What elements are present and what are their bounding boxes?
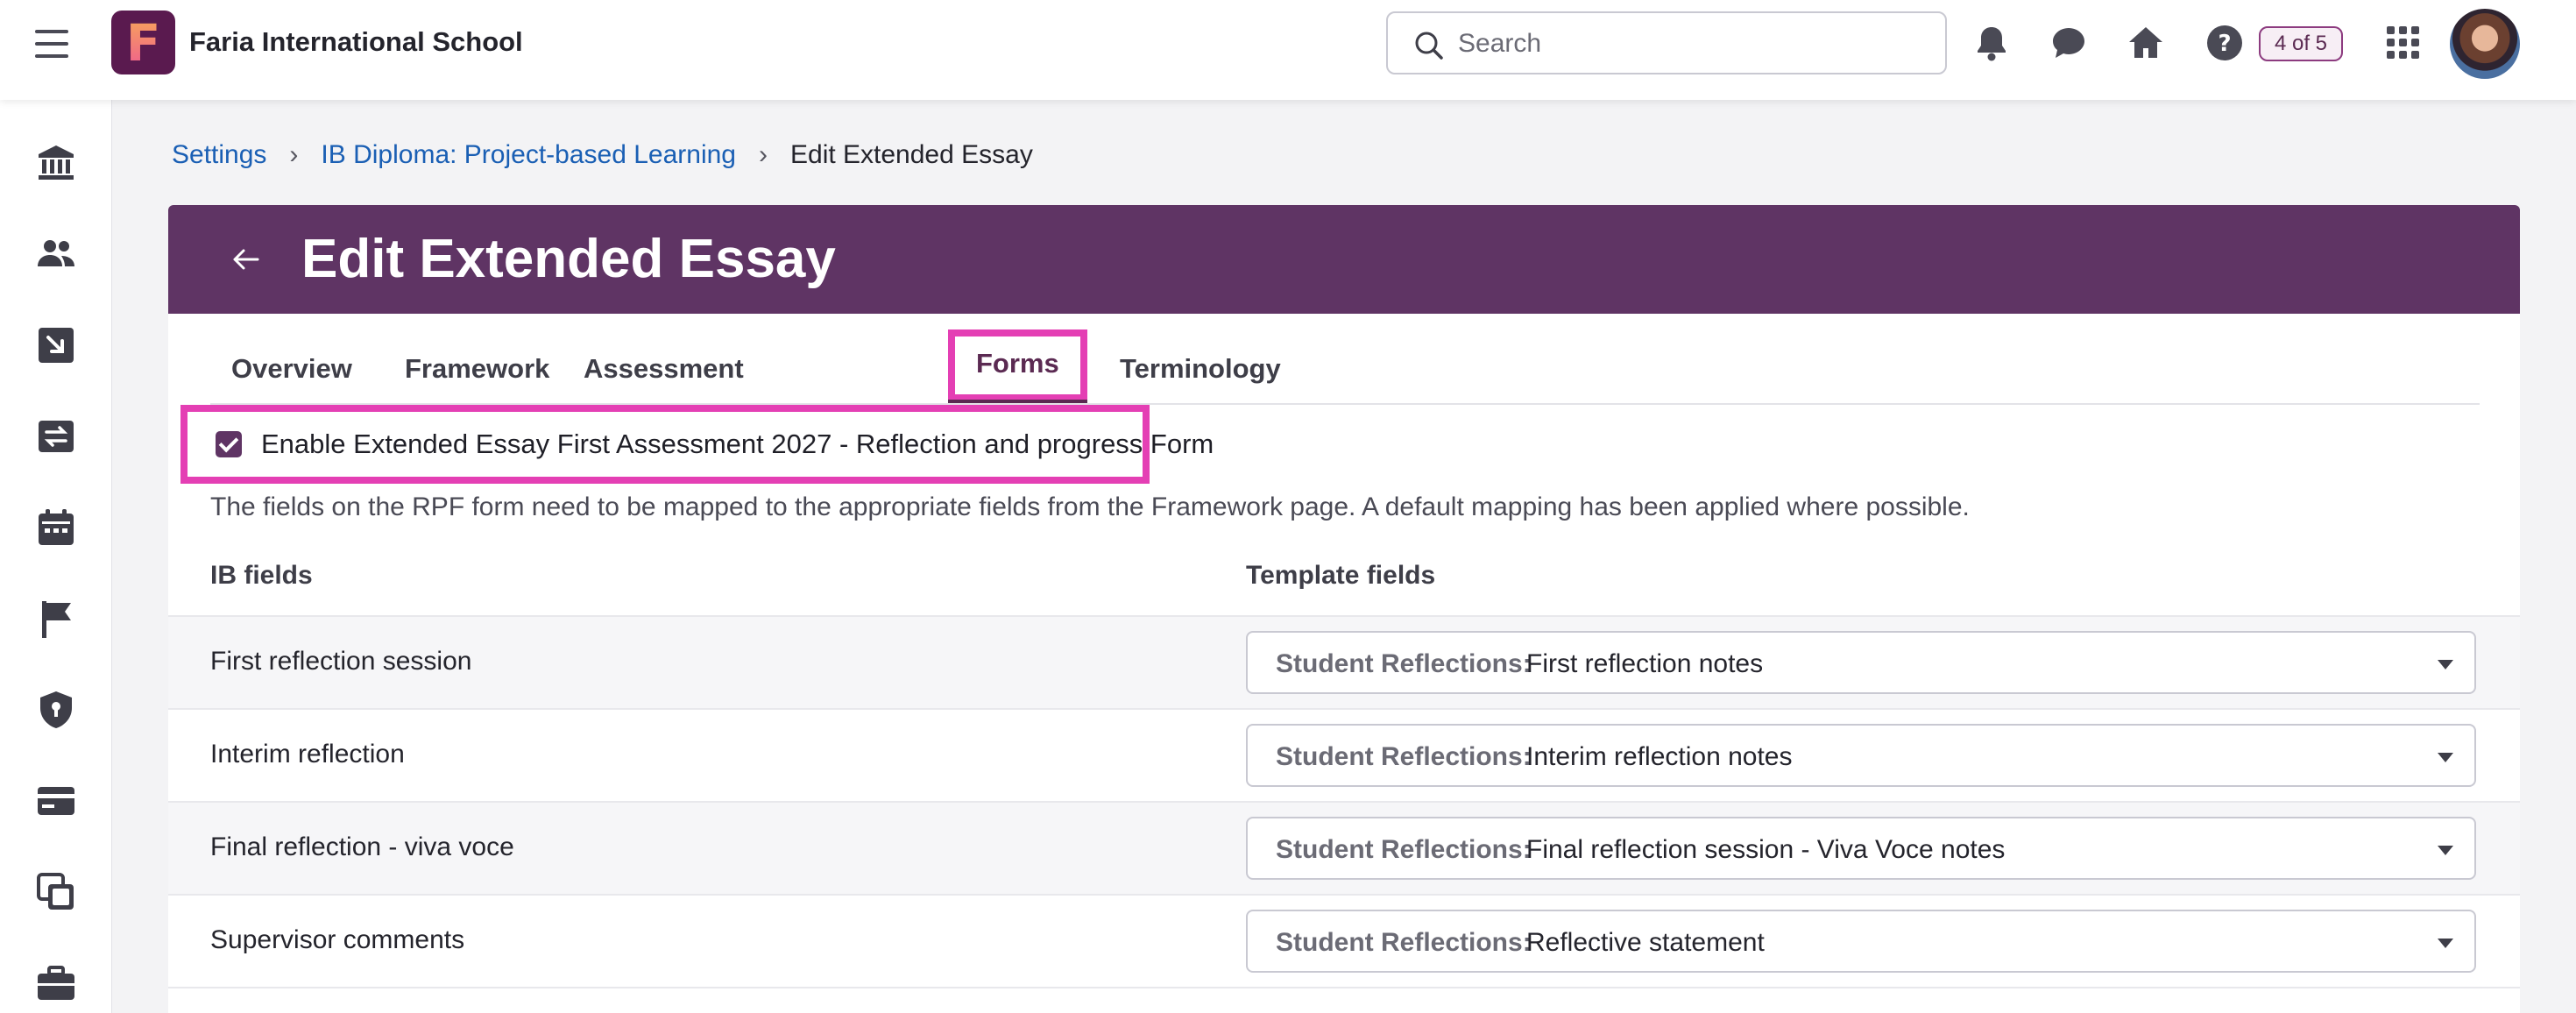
bell-icon[interactable] bbox=[1971, 23, 2012, 63]
column-header-template-fields: Template fields bbox=[1246, 561, 1436, 590]
template-field-select[interactable]: Student Reflections: Interim reflection … bbox=[1246, 724, 2476, 787]
top-bar: F Faria International School ? 4 of 5 bbox=[0, 0, 2576, 100]
search-input[interactable] bbox=[1458, 25, 1931, 62]
template-field-select[interactable]: Student Reflections: First reflection no… bbox=[1246, 631, 2476, 694]
chat-icon[interactable] bbox=[2049, 23, 2089, 63]
tab-overview[interactable]: Overview bbox=[210, 335, 373, 403]
card-icon[interactable] bbox=[35, 780, 77, 822]
table-row-divider bbox=[168, 987, 2520, 1013]
ib-field-label: Interim reflection bbox=[210, 740, 405, 769]
template-field-select[interactable]: Student Reflections: Reflective statemen… bbox=[1246, 910, 2476, 973]
left-sidebar bbox=[0, 100, 112, 1013]
breadcrumb-separator-icon: › bbox=[759, 140, 768, 169]
select-value: Reflective statement bbox=[1526, 928, 1765, 957]
search-box[interactable] bbox=[1386, 11, 1947, 74]
select-value: Interim reflection notes bbox=[1526, 742, 1793, 771]
shield-icon[interactable] bbox=[35, 689, 77, 731]
chevron-down-icon bbox=[2438, 660, 2453, 669]
sync-icon[interactable] bbox=[35, 415, 77, 457]
progress-pill[interactable]: 4 of 5 bbox=[2259, 26, 2343, 61]
table-row: Supervisor comments Student Reflections:… bbox=[168, 894, 2520, 987]
ib-field-label: Final reflection - viva voce bbox=[210, 832, 514, 861]
table-row: Final reflection - viva voce Student Ref… bbox=[168, 801, 2520, 894]
avatar[interactable] bbox=[2450, 9, 2520, 79]
breadcrumb-current: Edit Extended Essay bbox=[790, 140, 1033, 169]
chevron-down-icon bbox=[2438, 753, 2453, 762]
column-header-ib-fields: IB fields bbox=[210, 561, 313, 590]
table-row: First reflection session Student Reflect… bbox=[168, 615, 2520, 708]
select-prefix: Student Reflections: bbox=[1276, 742, 1532, 771]
enable-form-option: Enable Extended Essay First Assessment 2… bbox=[180, 405, 1214, 484]
flag-icon[interactable] bbox=[35, 598, 77, 640]
download-icon[interactable] bbox=[35, 324, 77, 366]
select-value: Final reflection session - Viva Voce not… bbox=[1526, 835, 2006, 864]
copy-icon[interactable] bbox=[35, 871, 77, 913]
help-icon[interactable]: ? bbox=[2204, 23, 2245, 63]
briefcase-icon[interactable] bbox=[35, 962, 77, 1004]
tab-assessment[interactable]: Assessment bbox=[563, 335, 765, 403]
menu-icon[interactable] bbox=[35, 28, 70, 60]
template-field-select[interactable]: Student Reflections: Final reflection se… bbox=[1246, 817, 2476, 880]
table-row: Interim reflection Student Reflections: … bbox=[168, 708, 2520, 801]
tab-terminology[interactable]: Terminology bbox=[1099, 335, 1302, 403]
tab-forms[interactable]: Forms bbox=[948, 329, 1087, 403]
logo-letter: F bbox=[125, 12, 161, 73]
enable-form-label[interactable]: Enable Extended Essay First Assessment 2… bbox=[261, 429, 1214, 460]
breadcrumb: Settings › IB Diploma: Project-based Lea… bbox=[172, 140, 1033, 170]
select-prefix: Student Reflections: bbox=[1276, 835, 1532, 864]
select-prefix: Student Reflections: bbox=[1276, 928, 1532, 957]
calendar-icon[interactable] bbox=[35, 506, 77, 549]
breadcrumb-separator-icon: › bbox=[289, 140, 299, 169]
breadcrumb-settings[interactable]: Settings bbox=[172, 140, 266, 170]
ib-field-label: First reflection session bbox=[210, 647, 472, 676]
page-header: Edit Extended Essay bbox=[168, 205, 2520, 314]
tab-framework[interactable]: Framework bbox=[384, 335, 570, 403]
chevron-down-icon bbox=[2438, 939, 2453, 948]
select-prefix: Student Reflections: bbox=[1276, 649, 1532, 678]
apps-grid-icon[interactable] bbox=[2387, 26, 2420, 60]
enable-form-checkbox[interactable] bbox=[216, 431, 242, 457]
svg-text:?: ? bbox=[2218, 31, 2231, 57]
back-arrow-icon[interactable] bbox=[226, 240, 265, 279]
chevron-down-icon bbox=[2438, 846, 2453, 855]
people-icon[interactable] bbox=[35, 233, 77, 275]
ib-field-label: Supervisor comments bbox=[210, 925, 465, 954]
home-icon[interactable] bbox=[2126, 23, 2166, 63]
institution-icon[interactable] bbox=[35, 142, 77, 184]
page-title: Edit Extended Essay bbox=[301, 229, 836, 289]
search-icon bbox=[1415, 32, 1443, 60]
mapping-description: The fields on the RPF form need to be ma… bbox=[210, 492, 1970, 521]
tab-bar: Overview Framework Assessment Forms Term… bbox=[210, 329, 2480, 405]
select-value: First reflection notes bbox=[1526, 649, 1764, 678]
school-logo[interactable]: F bbox=[111, 11, 175, 74]
breadcrumb-ib-diploma[interactable]: IB Diploma: Project-based Learning bbox=[321, 140, 736, 170]
school-name: Faria International School bbox=[189, 26, 523, 57]
main-card: Edit Extended Essay Overview Framework A… bbox=[168, 205, 2520, 1013]
